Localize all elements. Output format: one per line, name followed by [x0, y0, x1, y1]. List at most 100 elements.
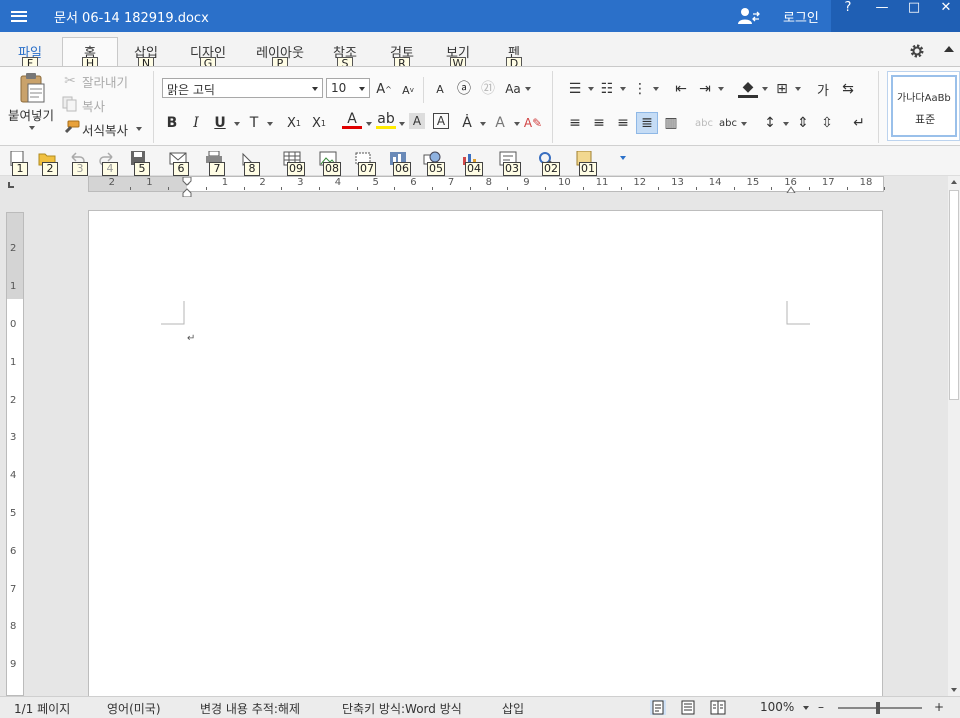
cut-button[interactable]: 잘라내기	[82, 72, 128, 91]
customize-qat-icon[interactable]	[620, 156, 626, 160]
underline-icon[interactable]: U	[210, 113, 230, 133]
language-status[interactable]: 영어(미국)	[107, 700, 161, 717]
paste-button[interactable]: 붙여넣기	[8, 105, 54, 124]
increase-indent-icon[interactable]: ⇥	[695, 79, 715, 99]
highlight-dropdown-icon[interactable]	[399, 122, 405, 126]
scrollbar-thumb[interactable]	[949, 190, 959, 400]
paragraph-marks-icon[interactable]: ↵	[849, 113, 869, 133]
bold-icon[interactable]: B	[162, 113, 182, 133]
highlight-icon[interactable]: ab	[376, 111, 396, 129]
new-document-button[interactable]: 1	[8, 151, 34, 176]
format-painter-button[interactable]: 서식복사	[82, 120, 128, 139]
phonetic-guide-icon[interactable]: A	[430, 79, 450, 99]
numbering-icon[interactable]: ☷	[597, 79, 617, 99]
format-painter-qat-button[interactable]: 8	[240, 151, 266, 176]
page-count[interactable]: 1/1 페이지	[14, 700, 70, 717]
change-case-icon[interactable]: Aa	[503, 79, 523, 99]
font-color-dropdown-icon[interactable]	[366, 122, 372, 126]
indent-marker-icon[interactable]	[182, 177, 192, 197]
distributed-icon[interactable]: ▥	[661, 113, 681, 133]
insert-mode-status[interactable]: 삽입	[502, 700, 524, 717]
scroll-down-icon[interactable]	[951, 688, 957, 692]
paragraph-spacing-after-icon[interactable]: ⇳	[817, 113, 837, 133]
zoom-dropdown-icon[interactable]	[803, 706, 809, 710]
collapse-ribbon-icon[interactable]	[944, 46, 954, 52]
italic-icon[interactable]: I	[186, 113, 206, 133]
bullets-icon[interactable]: ☰	[565, 79, 585, 99]
copy-button[interactable]: 복사	[82, 96, 105, 115]
tab-home[interactable]: 홈 H	[62, 37, 118, 70]
format-painter-dropdown-icon[interactable]	[136, 127, 142, 131]
document-page[interactable]: ↵	[88, 210, 883, 700]
read-mode-view-button[interactable]	[710, 700, 726, 715]
open-button[interactable]: 2	[38, 151, 64, 176]
close-button[interactable]: ✕	[932, 0, 960, 18]
change-case-dropdown-icon[interactable]	[525, 87, 531, 91]
outline-text-dropdown-icon[interactable]	[514, 122, 520, 126]
zoom-slider[interactable]	[838, 702, 922, 714]
vertical-ruler[interactable]: 2 1 0 1 2 3 4 5 6 7 8 9	[6, 212, 24, 696]
bar-chart-button[interactable]: 04	[461, 151, 487, 176]
email-button[interactable]: 6	[169, 151, 195, 176]
align-left-icon[interactable]: ≡	[565, 113, 585, 133]
multilevel-list-icon[interactable]: ⋮	[630, 79, 650, 99]
user-switch-icon[interactable]	[737, 6, 761, 26]
justify-icon[interactable]: ≣	[636, 112, 658, 134]
tab-selector[interactable]	[0, 176, 24, 194]
decrease-indent-icon[interactable]: ⇤	[671, 79, 691, 99]
zoom-slider-thumb[interactable]	[876, 702, 880, 714]
outline-text-icon[interactable]: A	[490, 113, 510, 133]
line-spacing-icon[interactable]: ↕	[760, 113, 780, 133]
font-color-icon[interactable]: A	[342, 111, 362, 129]
grow-font-icon[interactable]: A ^	[374, 79, 394, 99]
character-spacing-dropdown-icon[interactable]	[741, 122, 747, 126]
line-spacing-dropdown-icon[interactable]	[783, 122, 789, 126]
font-size-combo[interactable]: 10	[326, 78, 370, 98]
asian-layout-icon[interactable]: 가	[813, 79, 833, 99]
zoom-out-button[interactable]: –	[818, 700, 824, 714]
multilevel-list-dropdown-icon[interactable]	[653, 87, 659, 91]
paragraph-spacing-icon[interactable]: ⇕	[793, 113, 813, 133]
table-button[interactable]: 09	[283, 151, 309, 176]
font-name-combo[interactable]: 맑은 고딕	[162, 78, 323, 98]
borders-icon[interactable]: ⊞	[772, 79, 792, 99]
align-right-icon[interactable]: ≡	[613, 113, 633, 133]
strikethrough-icon[interactable]: T	[244, 113, 264, 133]
print-button[interactable]: 7	[205, 151, 231, 176]
clear-formatting-icon[interactable]: A✎	[523, 113, 543, 133]
paste-icon[interactable]	[17, 72, 47, 104]
print-layout-view-button[interactable]	[650, 700, 666, 715]
numbering-dropdown-icon[interactable]	[620, 87, 626, 91]
underline-dropdown-icon[interactable]	[234, 122, 240, 126]
help-button[interactable]: ?	[834, 0, 862, 18]
shortcut-mode-status[interactable]: 단축키 방식:Word 방식	[342, 700, 462, 717]
strikethrough-dropdown-icon[interactable]	[267, 122, 273, 126]
right-indent-marker-icon[interactable]	[786, 181, 796, 193]
gear-icon[interactable]	[908, 42, 926, 60]
horizontal-ruler[interactable]: 210123456789101112131415161718	[88, 176, 886, 197]
text-effects-dropdown-icon[interactable]	[480, 122, 486, 126]
bullets-dropdown-icon[interactable]	[588, 87, 594, 91]
borders-dropdown-icon[interactable]	[795, 87, 801, 91]
text-effects-icon[interactable]: Ȧ	[457, 113, 477, 133]
character-border-icon[interactable]: A	[433, 113, 449, 129]
vertical-scrollbar[interactable]	[948, 176, 960, 696]
shrink-font-icon[interactable]: Av	[398, 80, 418, 100]
character-spacing-icon[interactable]: abc	[718, 113, 738, 133]
style-normal[interactable]: 가나다AaBb 표준	[891, 75, 957, 137]
track-changes-status[interactable]: 변경 내용 추적:해제	[200, 700, 300, 717]
chart-button[interactable]: 06	[389, 151, 415, 176]
textbox-button[interactable]: 03	[499, 151, 525, 176]
shading-icon[interactable]: ◆	[738, 78, 758, 98]
bookmark-button[interactable]: 01	[575, 151, 601, 176]
character-shading-icon[interactable]: A	[409, 113, 425, 129]
text-direction-icon[interactable]: ⇆	[838, 79, 858, 99]
scroll-up-icon[interactable]	[951, 180, 957, 184]
app-menu-button[interactable]	[0, 0, 38, 32]
hyperlink-button[interactable]: 02	[538, 151, 564, 176]
minimize-button[interactable]: —	[868, 0, 896, 18]
shading-dropdown-icon[interactable]	[762, 87, 768, 91]
enclose-character-icon[interactable]: ⓐ	[454, 78, 474, 98]
shapes-button[interactable]: 05	[423, 151, 449, 176]
screenshot-button[interactable]: 07	[354, 151, 380, 176]
